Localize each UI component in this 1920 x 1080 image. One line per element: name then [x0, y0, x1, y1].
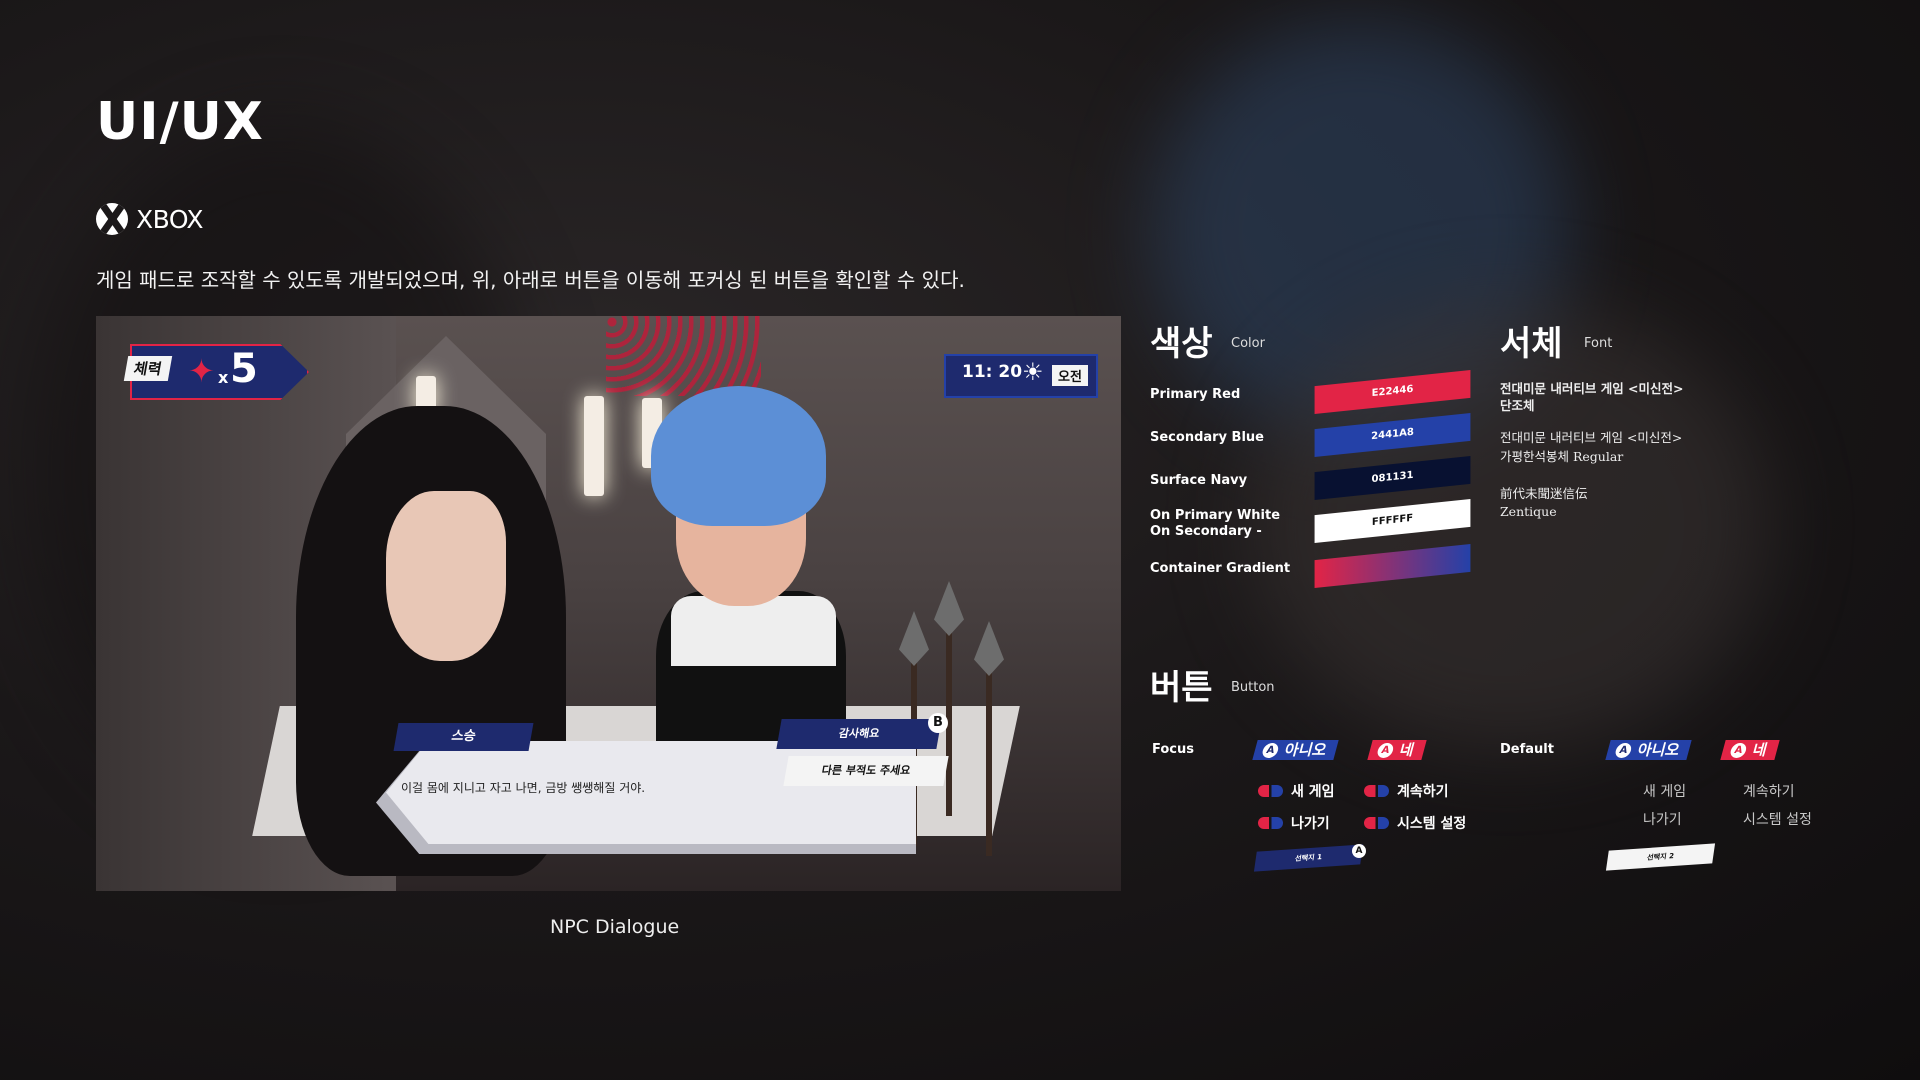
- screenshot-caption: NPC Dialogue: [550, 916, 680, 938]
- a-button-icon: A: [1260, 743, 1280, 758]
- color-label-secondary-blue: Secondary Blue: [1150, 430, 1264, 445]
- dialogue-speaker: 스승: [393, 723, 534, 751]
- page-title: UI/UX: [96, 92, 264, 152]
- button-section-title: 버튼: [1150, 668, 1213, 708]
- game-screenshot: 체력 ✦ x 5 11: 20 ☀ 오전 스승 이걸 몸에 지니고 자고 나면,…: [96, 316, 1121, 891]
- hud-clock-time: 11: 20: [962, 362, 1023, 382]
- focus-no-button[interactable]: A 아니오: [1252, 740, 1340, 760]
- button-section-subtitle: Button: [1231, 680, 1275, 695]
- menu-focus-indicator-icon: [1258, 817, 1283, 829]
- default-continue-item[interactable]: 계속하기: [1743, 781, 1795, 801]
- hud-clock-period: 오전: [1052, 365, 1088, 386]
- focus-exit-item[interactable]: 나가기: [1258, 813, 1330, 833]
- color-label-on-secondary: On Secondary -: [1150, 524, 1262, 539]
- b-button-icon: B: [928, 713, 948, 733]
- yes-button-label: 네: [1750, 741, 1770, 759]
- exit-label: 나가기: [1291, 816, 1330, 832]
- scene-candle: [584, 396, 604, 496]
- focus-state-label: Focus: [1152, 742, 1194, 757]
- color-label-primary-red: Primary Red: [1150, 387, 1241, 402]
- continue-label: 계속하기: [1397, 784, 1449, 800]
- font-sample-2: 전대미문 내러티브 게임 <미신전>: [1500, 430, 1683, 445]
- font-name-1: 단조체: [1500, 398, 1535, 413]
- hud-health-label: 체력: [123, 356, 172, 381]
- platform-header: XBOX: [96, 203, 204, 235]
- a-button-icon: A: [1375, 743, 1395, 758]
- shuriken-icon: ✦: [188, 352, 215, 390]
- font-name-2: 가평한석봉체 Regular: [1500, 449, 1624, 464]
- menu-focus-indicator-icon: [1364, 785, 1389, 797]
- default-state-label: Default: [1500, 742, 1554, 757]
- hud-clock: 11: 20 ☀ 오전: [944, 354, 1098, 398]
- default-no-button[interactable]: A 아니오: [1605, 740, 1693, 760]
- focus-system-settings-item[interactable]: 시스템 설정: [1364, 813, 1466, 833]
- a-button-icon: A: [1352, 844, 1366, 858]
- scene-spear: [986, 666, 992, 856]
- xbox-logo-icon: [96, 203, 128, 235]
- character-boy-shirt: [671, 596, 836, 666]
- system-settings-label: 시스템 설정: [1397, 816, 1467, 832]
- dialogue-option-more[interactable]: 다른 부적도 주세요: [783, 756, 949, 786]
- default-system-settings-item[interactable]: 시스템 설정: [1743, 809, 1812, 829]
- page-description: 게임 패드로 조작할 수 있도록 개발되었으며, 위, 아래로 버튼을 이동해 …: [96, 268, 965, 292]
- font-name-3: Zentique: [1500, 504, 1557, 519]
- menu-focus-indicator-icon: [1364, 817, 1389, 829]
- hud-health-count: 5: [230, 346, 258, 392]
- a-button-icon: A: [1728, 743, 1748, 758]
- focus-continue-item[interactable]: 계속하기: [1364, 781, 1449, 801]
- color-label-on-primary-white: On Primary White: [1150, 508, 1281, 523]
- focus-choice-1-button[interactable]: 선택지 1: [1253, 844, 1364, 872]
- dialogue-text: 이걸 몸에 지니고 자고 나면, 금방 쌩쌩해질 거야.: [401, 781, 646, 795]
- focus-new-game-item[interactable]: 새 게임: [1258, 781, 1335, 801]
- default-new-game-item[interactable]: 새 게임: [1643, 781, 1686, 801]
- a-button-icon: A: [1613, 743, 1633, 758]
- hud-health-multiplier: x: [218, 368, 229, 387]
- sun-icon: ☀: [1022, 358, 1044, 386]
- new-game-label: 새 게임: [1291, 784, 1335, 800]
- color-label-container-gradient: Container Gradient: [1150, 561, 1291, 576]
- menu-focus-indicator-icon: [1258, 785, 1283, 797]
- yes-button-label: 네: [1397, 741, 1417, 759]
- scene-bead-curtain: [606, 316, 761, 396]
- focus-yes-button[interactable]: A네: [1367, 740, 1427, 760]
- color-section-subtitle: Color: [1231, 336, 1265, 351]
- default-choice-2-button[interactable]: 선택지 2: [1605, 843, 1716, 871]
- color-label-surface-navy: Surface Navy: [1150, 473, 1248, 488]
- character-boy-hair: [651, 386, 826, 526]
- character-girl-face: [386, 491, 506, 661]
- platform-label: XBOX: [136, 204, 204, 234]
- no-button-label: 아니오: [1635, 741, 1682, 759]
- hud-health: 체력 ✦ x 5: [123, 338, 309, 400]
- font-section-subtitle: Font: [1584, 336, 1613, 351]
- no-button-label: 아니오: [1282, 741, 1329, 759]
- default-yes-button[interactable]: A네: [1720, 740, 1780, 760]
- font-section-title: 서체: [1500, 324, 1563, 364]
- font-sample-3: 前代未聞迷信伝: [1500, 486, 1588, 501]
- dialogue-option-thanks[interactable]: 감사해요: [776, 719, 942, 749]
- color-section-title: 색상: [1150, 324, 1213, 364]
- font-sample-1: 전대미문 내러티브 게임 <미신전>: [1500, 381, 1684, 396]
- default-exit-item[interactable]: 나가기: [1643, 809, 1682, 829]
